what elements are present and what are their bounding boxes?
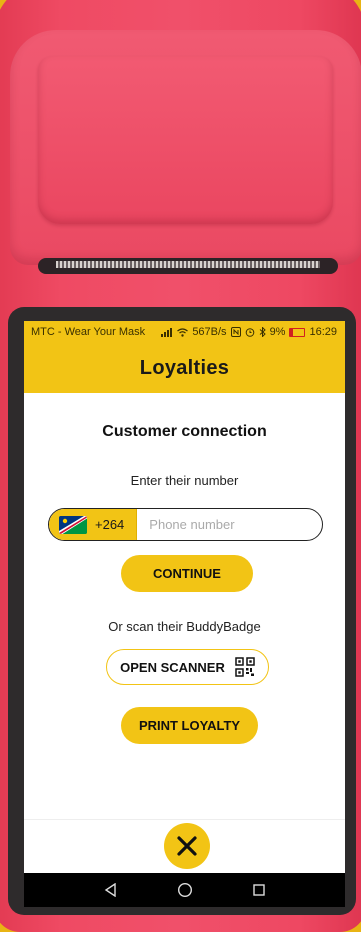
namibia-flag-icon	[59, 515, 87, 534]
battery-percent: 9%	[269, 326, 286, 338]
open-scanner-label: OPEN SCANNER	[120, 659, 225, 675]
country-code: +264	[95, 517, 125, 532]
section-title: Customer connection	[102, 423, 267, 440]
close-button[interactable]	[164, 823, 210, 869]
status-indicators: 567B/s 9% 16:29	[161, 326, 337, 338]
print-loyalty-button[interactable]: PRINT LOYALTY	[121, 707, 258, 744]
phone-input-group: +264	[48, 508, 323, 541]
recents-icon[interactable]	[252, 883, 266, 897]
status-bar: MTC - Wear Your Mask 567B/s 9% 16:29	[24, 321, 345, 343]
battery-icon	[289, 327, 306, 337]
wifi-icon	[177, 327, 189, 337]
bluetooth-icon	[259, 327, 266, 337]
alarm-icon	[245, 328, 254, 337]
screen: MTC - Wear Your Mask 567B/s 9% 16:29 Loy…	[24, 321, 345, 907]
paper-cover	[38, 56, 333, 224]
android-nav-bar	[24, 873, 345, 907]
open-scanner-button[interactable]: OPEN SCANNER	[106, 649, 269, 685]
printer-cutter	[56, 261, 320, 268]
clock: 16:29	[309, 326, 337, 338]
scan-badge-label: Or scan their BuddyBadge	[108, 619, 261, 634]
nfc-icon	[230, 327, 241, 337]
network-speed: 567B/s	[192, 326, 227, 338]
enter-number-label: Enter their number	[130, 473, 239, 488]
signal-icon	[161, 327, 173, 337]
continue-button[interactable]: CONTINUE	[121, 555, 253, 592]
home-icon[interactable]	[177, 882, 193, 898]
app-header: Loyalties	[24, 343, 345, 393]
country-selector[interactable]: +264	[49, 509, 138, 540]
back-icon[interactable]	[104, 883, 118, 897]
qr-code-icon	[235, 657, 255, 677]
close-icon	[177, 836, 197, 856]
page-title: Loyalties	[139, 356, 230, 379]
carrier-text: MTC - Wear Your Mask	[31, 326, 146, 338]
phone-number-input[interactable]	[137, 517, 322, 532]
